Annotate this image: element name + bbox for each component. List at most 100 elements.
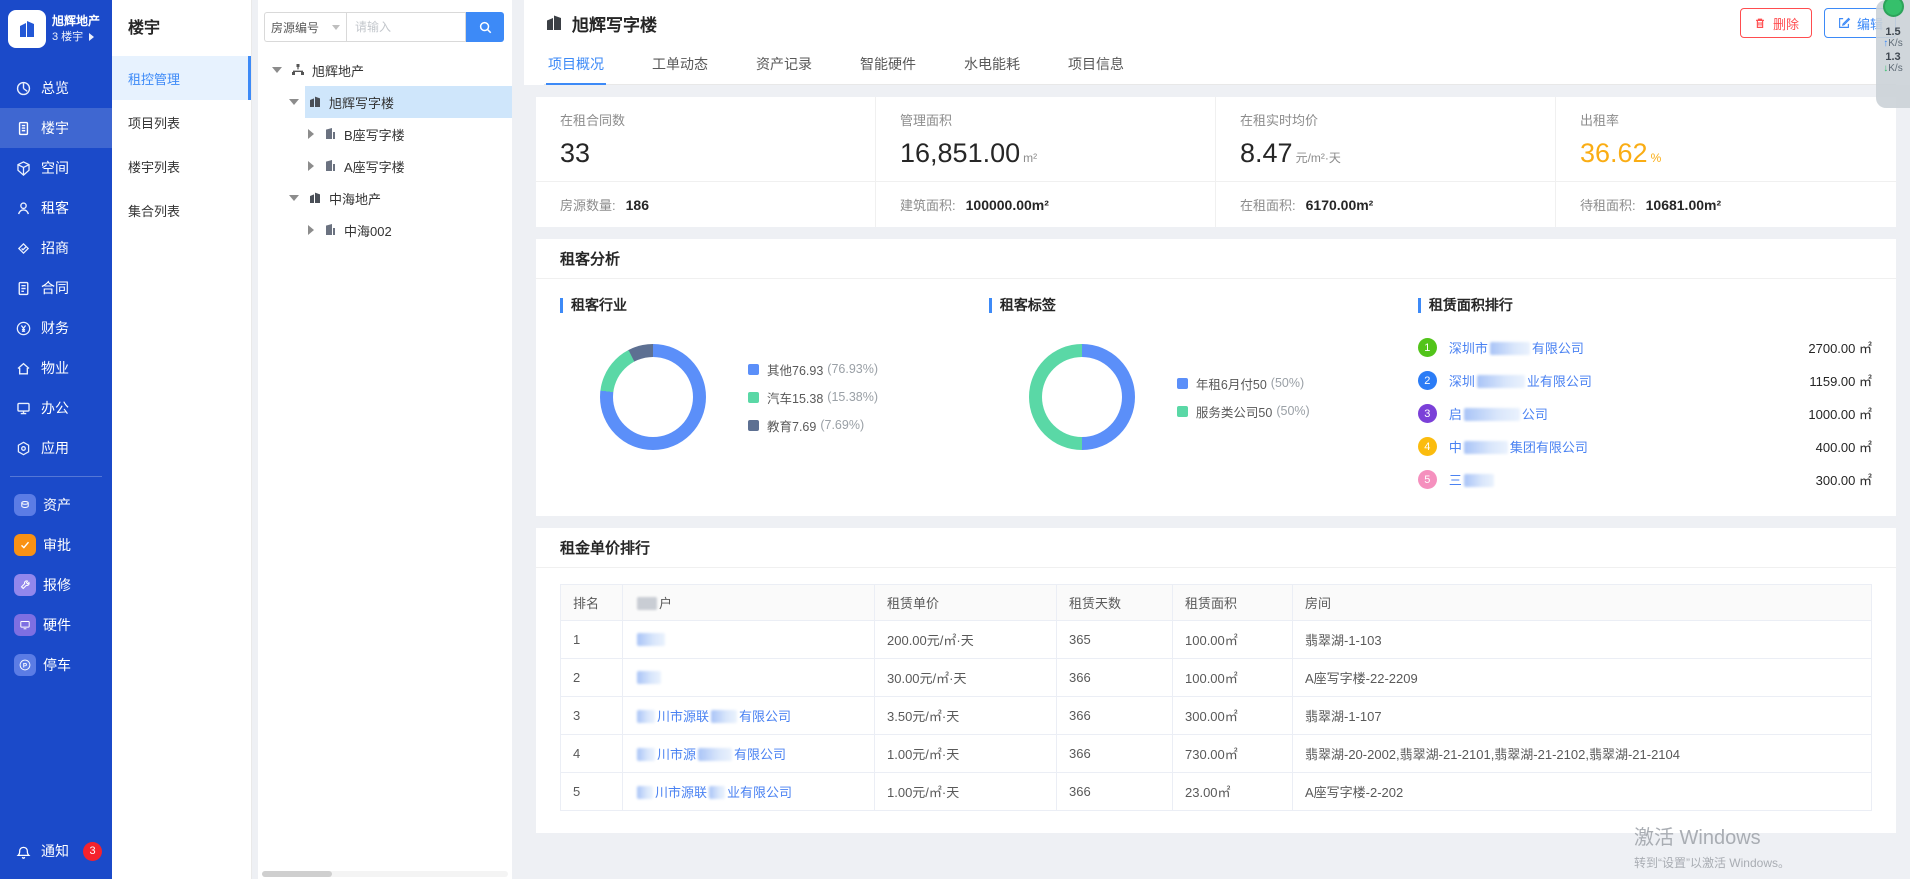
building-title-icon: [544, 13, 564, 33]
caret-right-icon[interactable]: [308, 161, 314, 171]
search-input[interactable]: [346, 12, 466, 42]
company-link[interactable]: 三: [1449, 470, 1496, 489]
sidebar-item-buildings[interactable]: 楼宇: [0, 108, 112, 148]
app-window: 旭辉地产 3 楼宇 总览 楼宇 空间 租客 招商: [0, 0, 1910, 879]
tenant-link[interactable]: 川市源联业有限公司: [623, 773, 875, 811]
sidebar-item-notifications[interactable]: 通知 3: [0, 833, 112, 869]
tab-project-info[interactable]: 项目信息: [1066, 46, 1126, 84]
table-header-row: 排名 户 租赁单价 租赁天数 租赁面积 房间: [561, 585, 1872, 621]
sidebar-item-finance[interactable]: 财务: [0, 308, 112, 348]
rank-row: 3 启公司 1000.00 ㎡: [1418, 397, 1872, 430]
sidebar-item-hardware[interactable]: 硬件: [0, 605, 112, 645]
redaction: [637, 633, 665, 646]
apps-icon: [14, 439, 32, 457]
tree-node-tower-b[interactable]: B座写字楼: [258, 118, 512, 150]
stat-value: 33: [560, 138, 590, 168]
search-type-select[interactable]: 房源编号: [264, 12, 346, 42]
rank-badge: 2: [1418, 371, 1437, 390]
tab-smart-hardware[interactable]: 智能硬件: [858, 46, 918, 84]
rank-value: 1159.00 ㎡: [1809, 371, 1872, 390]
tree-horizontal-scrollbar[interactable]: [262, 871, 508, 877]
tenant-link[interactable]: 川市源有限公司: [623, 735, 875, 773]
sidebar-item-approvals[interactable]: 审批: [0, 525, 112, 565]
network-speed-widget[interactable]: 1.5 ↑K/s 1.3 ↓K/s: [1876, 0, 1910, 108]
sidebar-item-repairs[interactable]: 报修: [0, 565, 112, 605]
tab-overview[interactable]: 项目概况: [546, 46, 606, 84]
org-expand-icon[interactable]: [89, 33, 94, 41]
caret-down-icon[interactable]: [289, 195, 299, 201]
office-icon: [14, 399, 32, 417]
sidebar-item-label: 停车: [43, 655, 71, 675]
company-link[interactable]: 深圳市有限公司: [1449, 338, 1584, 357]
tenant-link[interactable]: [623, 659, 875, 697]
sidebar-item-contracts[interactable]: 合同: [0, 268, 112, 308]
tree-node-zhonghai-002[interactable]: 中海002: [258, 214, 512, 246]
company-link[interactable]: 启公司: [1449, 404, 1548, 423]
tree-node-building-selected[interactable]: 旭辉写字楼: [258, 86, 512, 118]
tree-node-org-zhonghai[interactable]: 中海地产: [258, 182, 512, 214]
stat-value: 36.62: [1580, 138, 1648, 168]
tree-search-bar: 房源编号: [264, 12, 504, 42]
notification-badge: 3: [83, 842, 102, 861]
tenant-link[interactable]: [623, 621, 875, 659]
menu-item-collection-list[interactable]: 集合列表: [112, 188, 251, 232]
delete-button[interactable]: 删除: [1740, 8, 1812, 38]
rank-badge: 5: [1418, 470, 1437, 489]
stats-cards: 在租合同数 33 房源数量:186 管理面积 16,851.00m² 建筑面积:…: [536, 97, 1896, 227]
redaction: [1477, 375, 1525, 388]
menu-item-building-list[interactable]: 楼宇列表: [112, 144, 251, 188]
org-icon: [290, 62, 306, 78]
sidebar-item-label: 合同: [41, 278, 69, 298]
org-logo: [8, 10, 46, 48]
page-title: 旭辉写字楼: [544, 11, 657, 36]
sidebar-item-label: 财务: [41, 318, 69, 338]
sidebar-item-parking[interactable]: P 停车: [0, 645, 112, 685]
company-link[interactable]: 深圳业有限公司: [1449, 371, 1592, 390]
sidebar-item-label: 招商: [41, 238, 69, 258]
notifications-label: 通知: [41, 841, 69, 861]
table-row: 3 川市源联有限公司 3.50元/㎡·天 366 300.00㎡ 翡翠湖-1-1…: [561, 697, 1872, 735]
tab-work-orders[interactable]: 工单动态: [650, 46, 710, 84]
sidebar-item-assets[interactable]: 资产: [0, 485, 112, 525]
tab-utilities[interactable]: 水电能耗: [962, 46, 1022, 84]
space-icon: [14, 159, 32, 177]
sidebar-item-investment[interactable]: 招商: [0, 228, 112, 268]
sidebar-item-apps[interactable]: 应用: [0, 428, 112, 468]
sidebar-item-tenants[interactable]: 租客: [0, 188, 112, 228]
menu-item-rent-control[interactable]: 租控管理: [112, 56, 251, 100]
tags-donut-chart: [1029, 344, 1135, 450]
search-button[interactable]: [466, 12, 504, 42]
caret-down-icon[interactable]: [272, 67, 282, 73]
sidebar-item-overview[interactable]: 总览: [0, 68, 112, 108]
sidebar-item-property[interactable]: 物业: [0, 348, 112, 388]
caret-right-icon[interactable]: [308, 129, 314, 139]
caret-right-icon[interactable]: [308, 225, 314, 235]
tenant-link[interactable]: 川市源联有限公司: [623, 697, 875, 735]
tab-asset-records[interactable]: 资产记录: [754, 46, 814, 84]
company-link[interactable]: 中集团有限公司: [1449, 437, 1588, 456]
chevron-down-icon: [332, 25, 340, 30]
legend-dot: [748, 364, 759, 375]
building-icon: [307, 190, 323, 206]
redaction: [1464, 408, 1520, 421]
sidebar-item-label: 硬件: [43, 615, 71, 635]
column-gap: [512, 0, 524, 879]
sidebar-item-office[interactable]: 办公: [0, 388, 112, 428]
menu-item-project-list[interactable]: 项目列表: [112, 100, 251, 144]
org-name: 旭辉地产: [52, 14, 100, 30]
tree-node-org[interactable]: 旭辉地产: [258, 54, 512, 86]
buildings-icon: [14, 119, 32, 137]
speed-ball-icon[interactable]: [1883, 0, 1904, 17]
org-switcher[interactable]: 旭辉地产 3 楼宇: [0, 0, 112, 48]
approval-icon: [14, 534, 36, 556]
sidebar-item-space[interactable]: 空间: [0, 148, 112, 188]
building-logo-icon: [15, 17, 39, 41]
chart-tenant-industry: 租客行业 其他76.93(76.93%) 汽车15.38(15.38%) 教育7…: [560, 295, 989, 496]
industry-legend: 其他76.93(76.93%) 汽车15.38(15.38%) 教育7.69(7…: [748, 351, 878, 444]
finance-icon: [14, 319, 32, 337]
caret-down-icon[interactable]: [289, 99, 299, 105]
industry-donut-chart: [600, 344, 706, 450]
main-content: 旭辉写字楼 删除 编辑 项目概况 工单动态 资产记录 智能硬件: [524, 0, 1910, 879]
tree-node-tower-a[interactable]: A座写字楼: [258, 150, 512, 182]
col-price: 租赁单价: [875, 585, 1057, 621]
